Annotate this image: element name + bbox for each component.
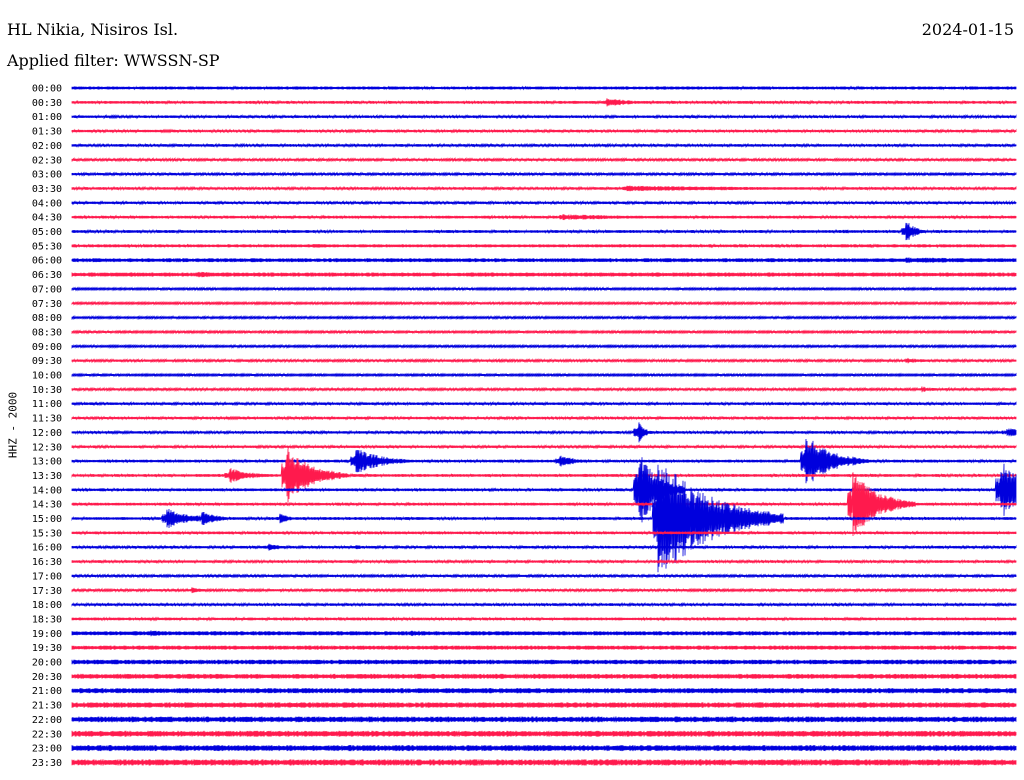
trace-row [71, 157, 1017, 163]
row-time-label: 08:30 [32, 327, 62, 338]
trace-row [71, 573, 1017, 579]
row-time-label: 02:00 [32, 141, 62, 152]
row-time-label: 17:00 [32, 571, 62, 582]
row-time-label: 04:00 [32, 198, 62, 209]
row-time-label: 12:30 [32, 442, 62, 453]
row-time-label: 20:30 [32, 672, 62, 683]
trace-row [71, 329, 1017, 335]
row-time-label: 07:30 [32, 299, 62, 310]
trace-row [71, 200, 1017, 206]
trace-row [71, 142, 1017, 149]
row-time-label: 23:00 [32, 744, 62, 755]
trace-row [71, 587, 1017, 594]
trace-row [71, 415, 1017, 421]
row-time-label: 02:30 [32, 155, 62, 166]
row-time-label: 08:00 [32, 313, 62, 324]
trace-row [71, 464, 1017, 573]
row-time-label: 14:30 [32, 500, 62, 511]
row-time-label: 06:30 [32, 270, 62, 281]
trace-row [71, 616, 1017, 622]
row-time-label: 06:00 [32, 256, 62, 267]
trace-row [71, 243, 1017, 249]
row-time-label: 09:00 [32, 342, 62, 353]
trace-row [71, 745, 1017, 752]
row-time-label: 19:30 [32, 643, 62, 654]
trace-row [71, 271, 1017, 278]
trace-row [71, 357, 1017, 364]
trace-row [71, 214, 1017, 221]
row-time-label: 00:30 [32, 98, 62, 109]
trace-row [71, 543, 1017, 551]
row-time-label: 05:00 [32, 227, 62, 238]
row-time-label: 21:00 [32, 686, 62, 697]
trace-row [71, 372, 1017, 378]
trace-row [71, 645, 1017, 650]
trace-row [71, 286, 1017, 292]
row-time-label: 20:00 [32, 658, 62, 669]
row-time-label: 14:00 [32, 485, 62, 496]
row-time-label: 04:30 [32, 213, 62, 224]
row-time-label: 15:00 [32, 514, 62, 525]
row-time-label: 05:30 [32, 241, 62, 252]
row-time-label: 12:00 [32, 428, 62, 439]
trace-row [71, 759, 1017, 766]
row-time-label: 03:30 [32, 184, 62, 195]
trace-row [71, 630, 1017, 637]
trace-row [71, 315, 1017, 321]
trace-row [71, 558, 1017, 565]
row-time-label: 13:00 [32, 457, 62, 468]
row-time-label: 17:30 [32, 586, 62, 597]
row-time-label: 01:00 [32, 112, 62, 123]
row-time-label: 10:30 [32, 385, 62, 396]
trace-row [71, 702, 1017, 708]
row-time-label: 01:30 [32, 127, 62, 138]
row-time-label: 00:00 [32, 84, 62, 95]
trace-row [71, 730, 1017, 737]
row-time-label: 07:00 [32, 284, 62, 295]
row-time-label: 23:30 [32, 758, 62, 769]
trace-row [71, 114, 1017, 120]
trace-row [71, 688, 1017, 694]
row-time-label: 11:00 [32, 399, 62, 410]
trace-row [71, 300, 1017, 306]
row-time-label: 16:00 [32, 543, 62, 554]
helicorder-plot: 00:00 00:30 01:00 01:30 02:00 02:30 03:00 03:30… [32, 84, 1017, 769]
row-time-label: 16:30 [32, 557, 62, 568]
row-time-label: 21:30 [32, 701, 62, 712]
row-time-label: 09:30 [32, 356, 62, 367]
row-time-label: 18:00 [32, 600, 62, 611]
row-time-label: 10:00 [32, 371, 62, 382]
trace-row [71, 472, 1017, 537]
trace-row [71, 601, 1017, 608]
trace-row [71, 422, 1017, 443]
row-time-label: 03:00 [32, 170, 62, 181]
trace-row [71, 257, 1017, 264]
row-time-label: 15:30 [32, 528, 62, 539]
trace-row [71, 444, 1017, 450]
trace-row [71, 98, 1017, 107]
row-time-label: 13:30 [32, 471, 62, 482]
trace-row [71, 185, 1017, 192]
row-time-label: 19:00 [32, 629, 62, 640]
trace-row [71, 343, 1017, 349]
row-time-label: 22:00 [32, 715, 62, 726]
row-time-label: 11:30 [32, 414, 62, 425]
trace-row [71, 222, 1017, 241]
trace-row [71, 128, 1017, 134]
trace-row [71, 171, 1017, 177]
trace-row [71, 659, 1017, 665]
trace-row [71, 716, 1017, 723]
trace-row [71, 673, 1017, 679]
trace-row [71, 530, 1017, 536]
row-time-label: 22:30 [32, 729, 62, 740]
trace-row [71, 386, 1017, 393]
trace-row [71, 85, 1017, 91]
trace-row [71, 401, 1017, 407]
row-time-label: 18:30 [32, 614, 62, 625]
